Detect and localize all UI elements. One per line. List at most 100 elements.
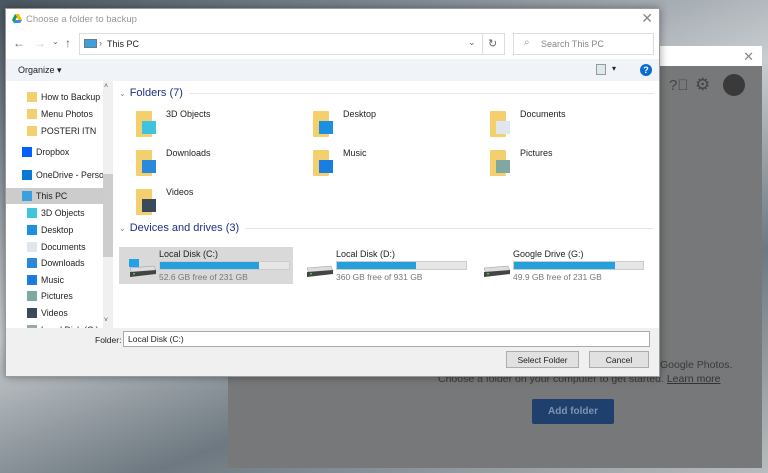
folder-label: Videos [166,187,194,197]
music-icon [27,275,37,285]
folder-item[interactable]: Desktop [311,107,481,141]
select-folder-button[interactable]: Select Folder [506,351,579,368]
add-folder-button[interactable]: Add folder [532,399,614,424]
refresh-icon[interactable]: ↻ [488,37,497,50]
forward-arrow-icon[interactable]: → [34,36,46,50]
sidebar-item[interactable]: This PC [6,188,103,204]
sidebar-item[interactable]: 3D Objects [6,205,103,221]
background-close-icon[interactable]: ✕ [743,49,754,65]
cube-icon [134,109,158,137]
hard-drive-icon [306,265,334,277]
folder-item[interactable]: Documents [488,107,658,141]
drive-item[interactable]: Local Disk (D:) 360 GB free of 931 GB [296,247,470,284]
drive-item[interactable]: Google Drive (G:) 49.9 GB free of 231 GB [473,247,647,284]
pc-icon [84,39,97,48]
video-icon [27,308,37,318]
document-icon [488,109,512,137]
cube-icon [27,208,37,218]
download-icon [27,258,37,268]
sidebar-item-label: Menu Photos [41,109,93,119]
folder-item[interactable]: 3D Objects [134,107,304,141]
scroll-down-icon[interactable]: ˅ [104,317,108,324]
drives-header-label: Devices and drives (3) [129,222,240,234]
folder-item[interactable]: Music [311,146,481,180]
drive-free-space: 49.9 GB free of 231 GB [513,272,602,282]
drive-usage-bar [513,261,644,270]
up-arrow-icon[interactable]: ↑ [65,36,71,50]
toolbar: Organize ▾ ▾ ? [6,59,659,81]
folder-label: 3D Objects [166,109,211,119]
folder-label: Pictures [520,148,553,158]
hard-drive-icon [129,259,157,277]
folder-icon [27,109,37,119]
dialog-footer: Folder: Local Disk (C:) Select Folder Ca… [6,328,659,376]
sidebar-item-label: Music [41,275,64,285]
drive-free-space: 52.6 GB free of 231 GB [159,272,248,282]
folder-item[interactable]: Videos [134,185,304,219]
sidebar-item-label: This PC [36,191,68,201]
desktop-icon [311,109,335,137]
video-icon [134,187,158,215]
sidebar-item[interactable]: Documents [6,239,103,255]
avatar[interactable] [723,74,745,96]
download-icon [134,148,158,176]
sidebar-item-label: Dropbox [36,147,70,157]
sidebar-item[interactable]: POSTERI ITN [6,123,103,139]
drive-usage-fill [160,262,260,269]
organize-button[interactable]: Organize ▾ [18,65,62,76]
dialog-title: Choose a folder to backup [26,14,137,25]
background-description: Google Photos. [660,359,733,371]
sidebar-item[interactable]: Desktop [6,222,103,238]
navigation-pane: How to Backup t Menu Photos POSTERI ITN Dro… [6,81,114,335]
back-arrow-icon[interactable]: ← [13,36,25,50]
sidebar-item-label: OneDrive - Person [36,170,103,180]
breadcrumb-this-pc[interactable]: This PC [107,39,139,49]
sidebar-item[interactable]: OneDrive - Person [6,167,103,183]
folders-header-label: Folders (7) [129,87,183,99]
folder-item[interactable]: Pictures [488,146,658,180]
sidebar-item-label: Videos [41,308,68,318]
drive-name: Google Drive (G:) [513,249,584,259]
help-circle-icon[interactable]: ?⃝ [669,77,689,94]
collapse-chevron-icon[interactable]: ⌄ [119,224,126,233]
drives-group-header[interactable]: ⌄ Devices and drives (3) [119,222,654,234]
view-dropdown-icon[interactable]: ▾ [612,64,616,73]
cancel-button[interactable]: Cancel [589,351,649,368]
folder-label: Folder: [95,335,122,345]
folder-item[interactable]: Downloads [134,146,304,180]
drive-usage-bar [159,261,290,270]
recent-chevron-icon[interactable]: ⌄ [52,37,59,46]
desktop-icon [27,225,37,235]
sidebar-item-label: 3D Objects [41,208,85,218]
address-dropdown-icon[interactable]: ⌄ [468,37,476,48]
picture-icon [27,291,37,301]
folder-input[interactable]: Local Disk (C:) [123,331,650,347]
hard-drive-icon [483,265,511,277]
pc-icon [22,191,32,201]
learn-more-link[interactable]: Learn more [667,373,721,385]
scroll-up-icon[interactable]: ˄ [104,83,108,90]
scrollbar-thumb[interactable] [103,174,113,257]
sidebar-item[interactable]: How to Backup t [6,89,103,105]
drive-item[interactable]: Local Disk (C:) 52.6 GB free of 231 GB [119,247,293,284]
view-options-icon[interactable] [596,64,606,75]
gear-icon[interactable]: ⚙ [695,75,710,95]
collapse-chevron-icon[interactable]: ⌄ [119,89,126,98]
help-icon[interactable]: ? [640,64,652,76]
address-bar[interactable]: › This PC ⌄ ↻ [79,33,505,55]
search-input[interactable]: ⌕ Search This PC [513,33,654,55]
search-icon: ⌕ [524,37,530,48]
sidebar-item-label: POSTERI ITN [41,126,97,136]
close-icon[interactable]: ✕ [641,10,653,27]
sidebar-item[interactable]: Pictures [6,288,103,304]
sidebar-item[interactable]: Dropbox [6,144,103,160]
sidebar-item[interactable]: Videos [6,305,103,321]
folders-group-header[interactable]: ⌄ Folders (7) [119,87,654,99]
drive-name: Local Disk (D:) [336,249,396,259]
drive-name: Local Disk (C:) [159,249,219,259]
folder-icon [27,126,37,136]
sidebar-item[interactable]: Downloads [6,255,103,271]
drive-free-space: 360 GB free of 931 GB [336,272,423,282]
sidebar-item[interactable]: Music [6,272,103,288]
sidebar-item[interactable]: Menu Photos [6,106,103,122]
